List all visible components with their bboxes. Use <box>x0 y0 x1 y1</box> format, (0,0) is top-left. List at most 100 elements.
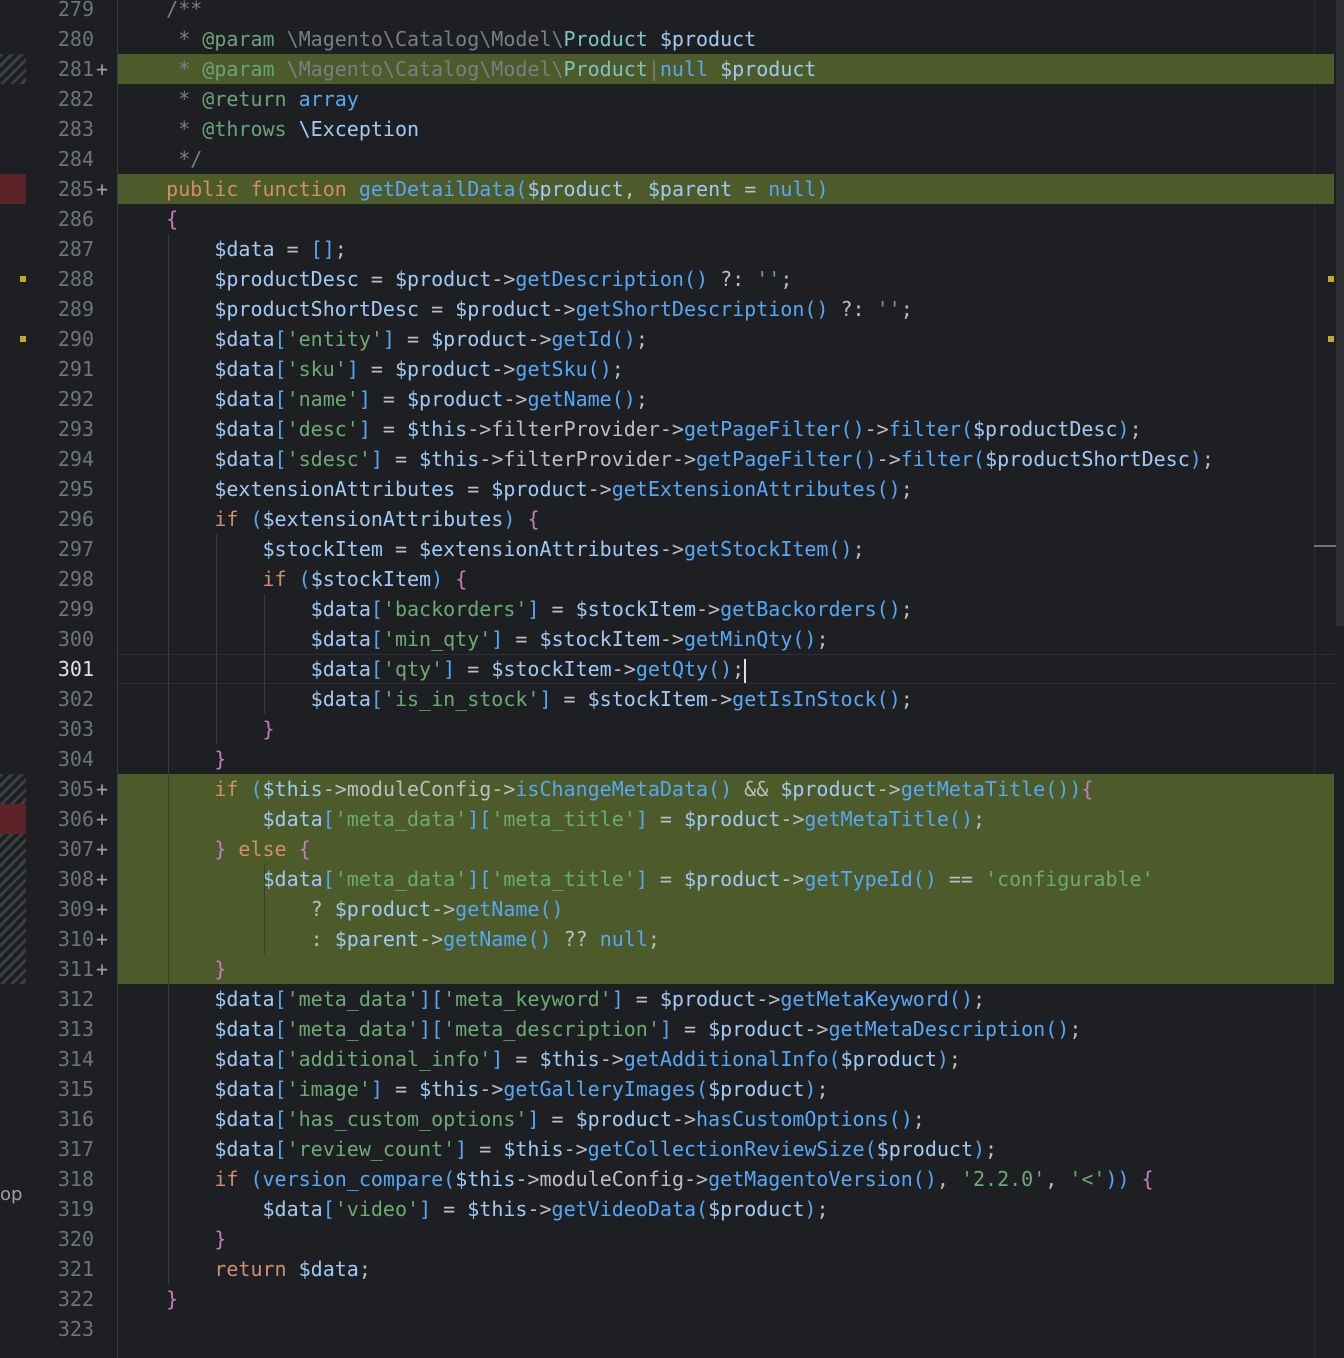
code-line[interactable]: 315 $data['image'] = $this->getGalleryIm… <box>0 1074 1344 1104</box>
code-line[interactable]: 279 /** <box>0 0 1344 24</box>
code-text[interactable]: */ <box>118 144 202 174</box>
code-text[interactable]: if ($stockItem) { <box>118 564 468 594</box>
code-text[interactable]: } <box>118 1224 226 1254</box>
code-text[interactable]: $data['entity'] = $product->getId(); <box>118 324 648 354</box>
code-text[interactable]: } else { <box>118 834 310 864</box>
code-text[interactable]: $data['name'] = $product->getName(); <box>118 384 648 414</box>
code-line[interactable]: 281 + * @param \Magento\Catalog\Model\Pro… <box>0 54 1344 84</box>
line-number[interactable]: 294 <box>28 444 94 474</box>
code-text[interactable]: ? $product->getName() <box>118 894 564 924</box>
code-text[interactable]: $data['sku'] = $product->getSku(); <box>118 354 623 384</box>
line-number[interactable]: 323 <box>28 1314 94 1344</box>
line-number[interactable]: 292 <box>28 384 94 414</box>
code-text[interactable]: } <box>118 1284 178 1314</box>
code-line[interactable]: 294 $data['sdesc'] = $this->filterProvid… <box>0 444 1344 474</box>
code-text[interactable]: public function getDetailData($product, … <box>118 174 828 204</box>
code-line[interactable]: 312 $data['meta_data']['meta_keyword'] =… <box>0 984 1344 1014</box>
code-text[interactable]: $data['desc'] = $this->filterProvider->g… <box>118 414 1141 444</box>
code-text[interactable]: $data['sdesc'] = $this->filterProvider->… <box>118 444 1214 474</box>
code-line[interactable]: 306 + $data['meta_data']['meta_title'] = … <box>0 804 1344 834</box>
code-line[interactable]: 298 if ($stockItem) { <box>0 564 1344 594</box>
line-number[interactable]: 282 <box>28 84 94 114</box>
code-line[interactable]: 287 $data = []; <box>0 234 1344 264</box>
code-text[interactable]: if ($this->moduleConfig->isChangeMetaDat… <box>118 774 1093 804</box>
line-number[interactable]: 308 <box>28 864 94 894</box>
code-text[interactable]: * @param \Magento\Catalog\Model\Product … <box>118 24 756 54</box>
code-line[interactable]: 290 $data['entity'] = $product->getId(); <box>0 324 1344 354</box>
line-number[interactable]: 288 <box>28 264 94 294</box>
code-editor[interactable]: 279 /** 280 * @param \Magento\Catalog\Mod… <box>0 0 1344 1358</box>
code-line[interactable]: 302 $data['is_in_stock'] = $stockItem->g… <box>0 684 1344 714</box>
line-number[interactable]: 319 <box>28 1194 94 1224</box>
code-text[interactable]: /** <box>118 0 202 24</box>
line-number[interactable]: 304 <box>28 744 94 774</box>
code-line[interactable]: 295 $extensionAttributes = $product->get… <box>0 474 1344 504</box>
line-number[interactable]: 280 <box>28 24 94 54</box>
line-number[interactable]: 322 <box>28 1284 94 1314</box>
code-text[interactable]: $data = []; <box>118 234 346 264</box>
line-number[interactable]: 311 <box>28 954 94 984</box>
line-number[interactable]: 300 <box>28 624 94 654</box>
code-line[interactable]: 285 + public function getDetailData($prod… <box>0 174 1344 204</box>
code-text[interactable]: $productShortDesc = $product->getShortDe… <box>118 294 912 324</box>
code-line[interactable]: 311 + } <box>0 954 1344 984</box>
code-text[interactable]: * @param \Magento\Catalog\Model\Product|… <box>118 54 816 84</box>
warning-icon[interactable] <box>20 276 26 282</box>
code-text[interactable]: $data['video'] = $this->getVideoData($pr… <box>118 1194 829 1224</box>
code-line[interactable]: 293 $data['desc'] = $this->filterProvide… <box>0 414 1344 444</box>
line-number[interactable]: 305 <box>28 774 94 804</box>
warning-stripe-mark[interactable] <box>1328 336 1334 342</box>
code-line[interactable]: 288 $productDesc = $product->getDescript… <box>0 264 1344 294</box>
code-line[interactable]: 280 * @param \Magento\Catalog\Model\Prod… <box>0 24 1344 54</box>
line-number[interactable]: 283 <box>28 114 94 144</box>
line-number[interactable]: 286 <box>28 204 94 234</box>
change-marker[interactable] <box>0 54 26 84</box>
code-line[interactable]: 314 $data['additional_info'] = $this->ge… <box>0 1044 1344 1074</box>
line-number[interactable]: 312 <box>28 984 94 1014</box>
code-text[interactable]: $stockItem = $extensionAttributes->getSt… <box>118 534 865 564</box>
code-line[interactable]: 310 + : $parent->getName() ?? null; <box>0 924 1344 954</box>
warning-stripe-mark[interactable] <box>1328 276 1334 282</box>
code-line[interactable]: 320 } <box>0 1224 1344 1254</box>
line-number[interactable]: 309 <box>28 894 94 924</box>
line-number[interactable]: 297 <box>28 534 94 564</box>
code-line[interactable]: 316 $data['has_custom_options'] = $produ… <box>0 1104 1344 1134</box>
code-line[interactable]: 282 * @return array <box>0 84 1344 114</box>
code-line[interactable]: 313 $data['meta_data']['meta_description… <box>0 1014 1344 1044</box>
code-text[interactable]: $data['additional_info'] = $this->getAdd… <box>118 1044 961 1074</box>
change-marker[interactable] <box>0 864 26 894</box>
line-number[interactable]: 301 <box>28 654 94 684</box>
code-text[interactable]: * @return array <box>118 84 359 114</box>
code-text[interactable]: $data['is_in_stock'] = $stockItem->getIs… <box>118 684 913 714</box>
line-number[interactable]: 315 <box>28 1074 94 1104</box>
code-line[interactable]: 286 { <box>0 204 1344 234</box>
code-line[interactable]: 305 + if ($this->moduleConfig->isChangeMe… <box>0 774 1344 804</box>
change-marker[interactable] <box>0 804 26 834</box>
line-number[interactable]: 299 <box>28 594 94 624</box>
scrollbar-thumb[interactable] <box>1336 0 1344 626</box>
line-number[interactable]: 318 <box>28 1164 94 1194</box>
code-line[interactable]: 309 + ? $product->getName() <box>0 894 1344 924</box>
line-number[interactable]: 284 <box>28 144 94 174</box>
change-marker[interactable] <box>0 834 26 864</box>
line-number[interactable]: 295 <box>28 474 94 504</box>
code-line[interactable]: 296 if ($extensionAttributes) { <box>0 504 1344 534</box>
code-line[interactable]: 317 $data['review_count'] = $this->getCo… <box>0 1134 1344 1164</box>
code-text[interactable]: if (version_compare($this->moduleConfig-… <box>118 1164 1153 1194</box>
code-line[interactable]: 301 $data['qty'] = $stockItem->getQty(); <box>0 654 1344 684</box>
line-number[interactable]: 293 <box>28 414 94 444</box>
line-number[interactable]: 321 <box>28 1254 94 1284</box>
code-line[interactable]: 307 + } else { <box>0 834 1344 864</box>
line-number[interactable]: 291 <box>28 354 94 384</box>
code-text[interactable]: } <box>118 744 226 774</box>
code-line[interactable]: 299 $data['backorders'] = $stockItem->ge… <box>0 594 1344 624</box>
code-text[interactable]: if ($extensionAttributes) { <box>118 504 539 534</box>
change-marker[interactable] <box>0 174 26 204</box>
line-number[interactable]: 279 <box>28 0 94 24</box>
code-text[interactable]: } <box>118 714 275 744</box>
line-number[interactable]: 306 <box>28 804 94 834</box>
code-line[interactable]: 291 $data['sku'] = $product->getSku(); <box>0 354 1344 384</box>
code-line[interactable]: 283 * @throws \Exception <box>0 114 1344 144</box>
code-text[interactable]: $data['meta_data']['meta_title'] = $prod… <box>118 804 986 834</box>
code-text[interactable]: : $parent->getName() ?? null; <box>118 924 660 954</box>
